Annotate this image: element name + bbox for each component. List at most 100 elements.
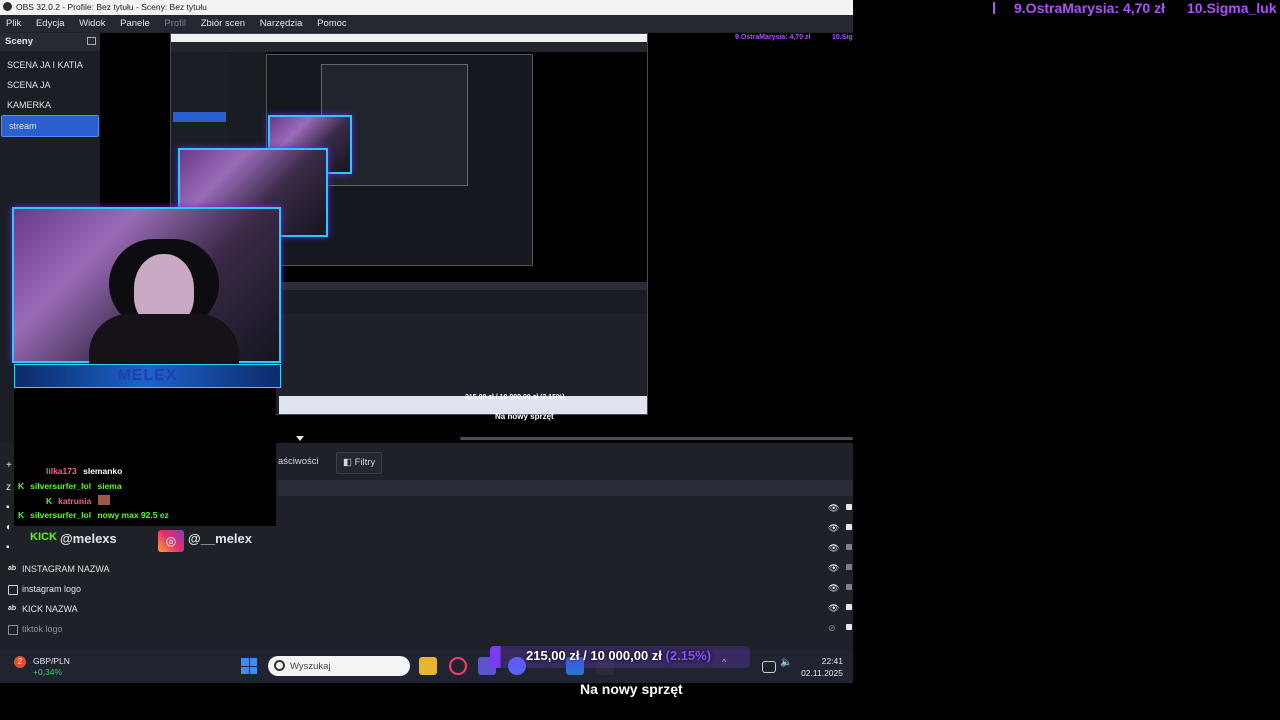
menu-bar: Plik Edycja Widok Panele Profil Zbiór sc…: [0, 15, 853, 32]
search-placeholder: Wyszukaj: [290, 661, 331, 672]
mini-ticker: 9.OstraMarysia: 4,70 zł: [735, 34, 811, 41]
obs-logo-icon: [3, 2, 12, 11]
eye-icon[interactable]: 👁: [828, 583, 839, 594]
obs-window: OBS 32.0.2 - Profile: Bez tytułu - Sceny…: [0, 0, 853, 683]
file-explorer-icon[interactable]: [419, 657, 437, 675]
lock-icon[interactable]: [846, 524, 852, 530]
eye-icon[interactable]: 👁: [828, 523, 839, 534]
monitor-icon[interactable]: [762, 661, 776, 673]
goal-percent: (2.15%): [665, 648, 712, 663]
menu-narzedzia[interactable]: Narzędzia: [260, 18, 303, 29]
chat-line: Ksilversurfer_lol siema: [18, 481, 122, 491]
source-label: instagram logo: [22, 584, 82, 594]
tab-filters-label: Filtry: [354, 457, 376, 468]
nested-menubar: [171, 42, 647, 52]
sources-side-icon[interactable]: ◐: [6, 522, 12, 533]
scene-item-kamerka[interactable]: KAMERKA: [0, 95, 100, 115]
window-title: OBS 32.0.2 - Profile: Bez tytułu - Sceny…: [16, 2, 207, 12]
scene-item-scena-ja-i-katia[interactable]: SCENA JA I KATIA: [0, 55, 100, 75]
menu-edycja[interactable]: Edycja: [36, 18, 65, 29]
source-row-instagram-logo[interactable]: instagram logo 👁: [0, 580, 853, 600]
menu-pomoc[interactable]: Pomoc: [317, 18, 347, 29]
title-bar: OBS 32.0.2 - Profile: Bez tytułu - Sceny…: [0, 0, 853, 15]
ticker-item: 9.OstraMarysia: 4,70 zł: [1014, 0, 1165, 16]
image-source-icon: [8, 585, 18, 595]
search-icon: [274, 660, 285, 671]
unlock-icon[interactable]: [846, 564, 852, 570]
kick-badge-icon: K: [18, 481, 25, 491]
menu-widok[interactable]: Widok: [79, 18, 105, 29]
currency-widget-icon[interactable]: 2: [8, 654, 32, 678]
nested-selected-scene: [173, 112, 226, 122]
source-label: INSTAGRAM NAZWA: [22, 564, 110, 574]
chat-user: silversurfer_lol: [30, 481, 92, 491]
taskbar-date[interactable]: 02.11.2025: [793, 668, 843, 678]
lock-icon[interactable]: [846, 504, 852, 510]
sources-header: [278, 480, 853, 496]
menu-zbior-scen[interactable]: Zbiór scen: [201, 18, 245, 29]
lock-icon[interactable]: [846, 604, 852, 610]
nested-preview-4: [351, 124, 466, 184]
mini-caption: Na nowy sprzęt: [495, 412, 554, 421]
undock-icon[interactable]: [87, 37, 96, 45]
goal-current: 215,00 zł: [526, 648, 580, 663]
unlock-icon[interactable]: [846, 544, 852, 550]
tab-properties[interactable]: aściwości: [278, 452, 319, 472]
add-icon[interactable]: +: [6, 460, 12, 471]
sources-side-icon[interactable]: ▪: [6, 502, 10, 513]
notification-badge: 2: [14, 656, 26, 668]
donation-goal: 215,00 zł / 10 000,00 zł (2.15%): [526, 648, 712, 663]
scenes-title: Sceny: [5, 36, 33, 47]
source-label: KICK NAZWA: [22, 604, 78, 614]
tab-filters[interactable]: ◧ Filtry: [336, 452, 383, 474]
image-source-icon: [8, 625, 18, 635]
currency-change: +0,34%: [33, 667, 63, 677]
unlock-icon[interactable]: [846, 584, 852, 590]
ticker-separator: [993, 2, 995, 14]
scene-item-scena-ja[interactable]: SCENA JA: [0, 75, 100, 95]
nested-taskbar: [279, 396, 647, 414]
chat-message: siema: [97, 481, 122, 491]
source-label: tiktok logo: [22, 624, 63, 634]
chat-user: lilka173: [46, 466, 77, 476]
goal-target: 10 000,00 zł: [590, 648, 662, 663]
lock-icon[interactable]: [846, 624, 852, 630]
sources-side-icon[interactable]: ▪: [6, 542, 10, 553]
source-row-instagram-nazwa[interactable]: ab INSTAGRAM NAZWA 👁: [0, 560, 853, 580]
opera-icon[interactable]: [449, 657, 467, 675]
source-row[interactable]: 👁: [0, 500, 853, 520]
goal-caption: Na nowy sprzęt: [580, 681, 683, 697]
eye-icon[interactable]: 👁: [828, 603, 839, 614]
text-source-icon: ab: [8, 565, 17, 572]
source-row[interactable]: 👁: [0, 540, 853, 560]
name-banner: MELEX: [14, 364, 281, 388]
eye-icon[interactable]: 👁: [828, 503, 839, 514]
preview-scrollbar[interactable]: [460, 437, 853, 440]
menu-plik[interactable]: Plik: [6, 18, 21, 29]
chevron-down-icon[interactable]: [296, 436, 304, 441]
currency-pair[interactable]: GBP/PLN: [33, 656, 70, 666]
nested-titlebar: [171, 34, 647, 42]
scene-item-stream[interactable]: stream: [1, 115, 99, 137]
menu-profil[interactable]: Profil: [164, 18, 186, 29]
mini-goal: 215,00 zł / 10 000,00 zł (2.15%): [465, 394, 565, 401]
taskbar-time[interactable]: 22:41: [813, 656, 843, 666]
text-source-icon: ab: [8, 605, 17, 612]
windows-start-icon[interactable]: [241, 658, 257, 674]
ticker-item: 10.Sigma_luk: [1187, 0, 1277, 16]
filter-icon: ◧: [343, 457, 355, 468]
source-row[interactable]: 👁: [0, 520, 853, 540]
mini-ticker: 10.Sig: [832, 34, 853, 41]
source-row-kick-nazwa[interactable]: ab KICK NAZWA 👁: [0, 600, 853, 620]
menu-panele[interactable]: Panele: [120, 18, 150, 29]
eye-hidden-icon[interactable]: ⊘: [828, 623, 836, 634]
scenes-header: Sceny: [0, 33, 100, 51]
sources-side-icon[interactable]: z: [6, 482, 11, 493]
chat-message: slemanko: [83, 466, 123, 476]
streamer-body: [89, 314, 239, 364]
source-row-tiktok-logo[interactable]: tiktok logo ⊘: [0, 620, 853, 640]
eye-icon[interactable]: 👁: [828, 543, 839, 554]
eye-icon[interactable]: 👁: [828, 563, 839, 574]
chat-line: lilka173 slemanko: [46, 466, 122, 476]
webcam-feed: [14, 209, 279, 364]
